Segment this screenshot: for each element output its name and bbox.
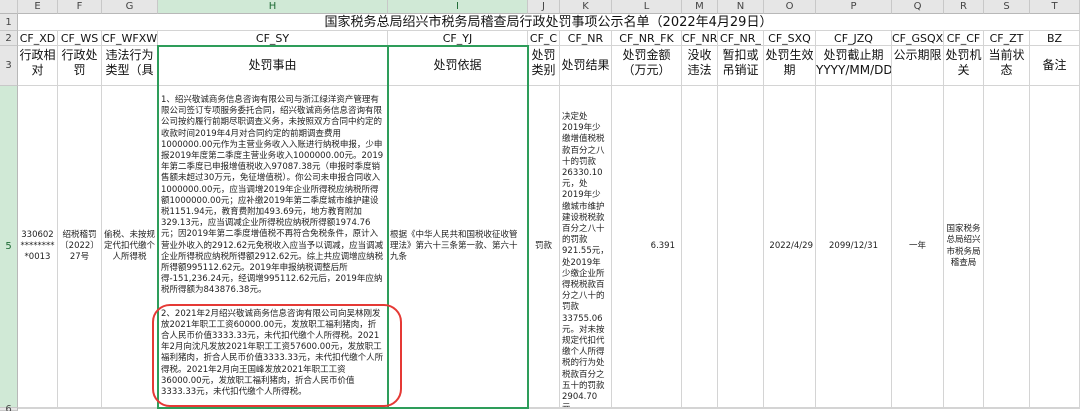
code-cell-cf[interactable]: CF_CF (944, 31, 984, 46)
row-header-5[interactable]: 5 (0, 86, 18, 408)
header-cell-ws[interactable]: 行政处罚 (58, 46, 102, 86)
header-cell-nr[interactable]: 处罚结果 (560, 46, 612, 86)
cell-zt[interactable] (984, 86, 1030, 408)
header-cell-sy[interactable]: 处罚事由 (158, 46, 388, 86)
cell-nr[interactable]: 决定处2019年少缴增值税税款百分之八十的罚款26330.10元，处2019年少… (560, 86, 612, 408)
code-cell-c[interactable]: CF_C (528, 31, 560, 46)
cell-xd[interactable]: 330602*********0013 (18, 86, 58, 408)
code-cell-ws[interactable]: CF_WS (58, 31, 102, 46)
column-header-q[interactable]: Q (892, 0, 944, 14)
code-cell-gsqx[interactable]: CF_GSQX (892, 31, 944, 46)
header-cell-zk[interactable]: 暂扣或吊销证 (718, 46, 764, 86)
column-header-p[interactable]: P (816, 0, 892, 14)
cell-gsqx[interactable]: 一年 (892, 86, 944, 408)
row-header-1[interactable]: 1 (0, 14, 18, 31)
column-header-s[interactable]: S (984, 0, 1030, 14)
column-header-e[interactable]: E (18, 0, 58, 14)
header-cell-fk[interactable]: 处罚金额（万元） (612, 46, 682, 86)
code-cell-zk[interactable]: CF_NR_ (718, 31, 764, 46)
code-cell-jzq[interactable]: CF_JZQ (816, 31, 892, 46)
header-cell-gsqx[interactable]: 公示期限 (892, 46, 944, 86)
column-header-i[interactable]: I (388, 0, 528, 14)
column-header-k[interactable]: K (560, 0, 612, 14)
code-cell-zt[interactable]: CF_ZT (984, 31, 1030, 46)
cell-jzq[interactable]: 2099/12/31 (816, 86, 892, 408)
code-cell-wfxw[interactable]: CF_WFXW (102, 31, 158, 46)
code-cell-sxq[interactable]: CF_SXQ (764, 31, 816, 46)
column-header-o[interactable]: O (764, 0, 816, 14)
header-cell-bz[interactable]: 备注 (1030, 46, 1080, 86)
sheet-title[interactable]: 国家税务总局绍兴市税务局稽查局行政处罚事项公示名单（2022年4月29日） (18, 14, 1080, 31)
cell-sy-part1: 1、绍兴敬诚商务信息咨询有限公司与浙江绿洋资产管理有限公司签订专项服务委托合同，… (161, 95, 384, 296)
cell-ws[interactable]: 绍税稽罚〔2022〕27号 (58, 86, 102, 408)
cell-c[interactable]: 罚款 (528, 86, 560, 408)
cell-zk[interactable] (718, 86, 764, 408)
code-cell-nr[interactable]: CF_NR (560, 31, 612, 46)
code-cell-yj[interactable]: CF_YJ (388, 31, 528, 46)
header-cell-zt[interactable]: 当前状态 (984, 46, 1030, 86)
code-cell-bz[interactable]: BZ (1030, 31, 1080, 46)
column-header-n[interactable]: N (718, 0, 764, 14)
cell-sy-part2: 2、2021年2月绍兴敬诚商务信息咨询有限公司向吴林刚发放2021年职工工资60… (161, 308, 384, 398)
row-6-border (18, 408, 1080, 409)
cell-cf[interactable]: 国家税务总局绍兴市税务局稽查局 (944, 86, 984, 408)
cell-sy[interactable]: 1、绍兴敬诚商务信息咨询有限公司与浙江绿洋资产管理有限公司签订专项服务委托合同，… (158, 86, 388, 408)
header-cell-ms[interactable]: 没收违法 (682, 46, 718, 86)
header-cell-wfxw[interactable]: 违法行为类型（具 (102, 46, 158, 86)
spreadsheet: E F G H I J K L M N O P Q R S T 1 2 3 5 … (0, 0, 1080, 411)
column-header-r[interactable]: R (944, 0, 984, 14)
cell-wfxw[interactable]: 偷税、未按规定代扣代缴个人所得税 (102, 86, 158, 408)
column-header-j[interactable]: J (528, 0, 560, 14)
cell-ms[interactable] (682, 86, 718, 408)
header-cell-jzq[interactable]: 处罚截止期YYYY/MM/DD (816, 46, 892, 86)
column-header-m[interactable]: M (682, 0, 718, 14)
column-header-g[interactable]: G (102, 0, 158, 14)
header-cell-c[interactable]: 处罚类别 (528, 46, 560, 86)
code-cell-ms[interactable]: CF_NR_ (682, 31, 718, 46)
cell-sxq[interactable]: 2022/4/29 (764, 86, 816, 408)
cell-yj[interactable]: 根据《中华人民共和国税收征收管理法》第六十三条第一款、第六十九条 (388, 86, 528, 408)
row-header-3[interactable]: 3 (0, 46, 18, 86)
code-cell-fk[interactable]: CF_NR_FK (612, 31, 682, 46)
header-cell-yj[interactable]: 处罚依据 (388, 46, 528, 86)
cell-bz[interactable] (1030, 86, 1080, 408)
column-header-l[interactable]: L (612, 0, 682, 14)
code-cell-xd[interactable]: CF_XD (18, 31, 58, 46)
column-header-h[interactable]: H (158, 0, 388, 14)
cell-fk[interactable]: 6.391 (612, 86, 682, 408)
sheet-corner[interactable] (0, 0, 18, 14)
code-cell-sy[interactable]: CF_SY (158, 31, 388, 46)
column-header-t[interactable]: T (1030, 0, 1080, 14)
header-cell-cf[interactable]: 处罚机关 (944, 46, 984, 86)
row-header-2[interactable]: 2 (0, 31, 18, 46)
header-cell-sxq[interactable]: 处罚生效期 (764, 46, 816, 86)
column-header-f[interactable]: F (58, 0, 102, 14)
header-cell-xd[interactable]: 行政相对 (18, 46, 58, 86)
